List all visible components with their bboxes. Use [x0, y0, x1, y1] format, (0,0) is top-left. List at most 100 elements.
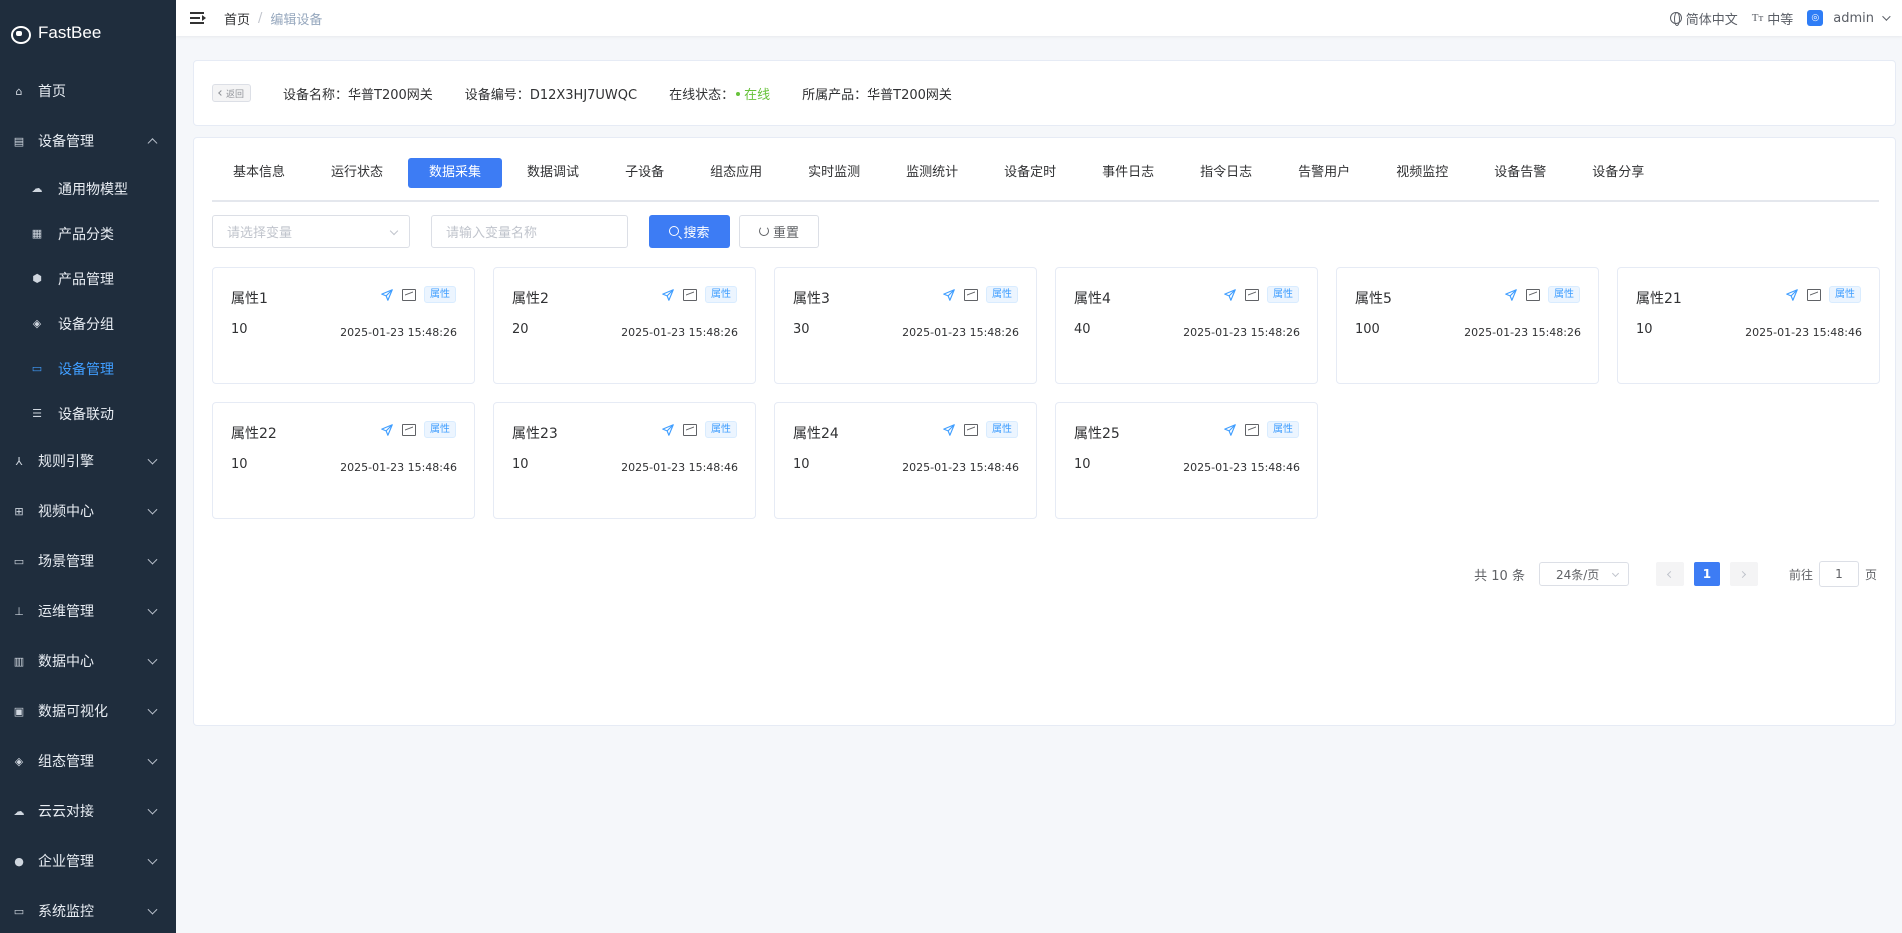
- sidebar-subitem-1-0[interactable]: ☁ 通用物模型: [0, 166, 176, 211]
- sidebar-item-10[interactable]: ● 企业管理: [0, 836, 176, 886]
- app-name: FastBee: [38, 23, 102, 42]
- tab-14[interactable]: 设备分享: [1571, 158, 1665, 188]
- tab-10[interactable]: 指令日志: [1179, 158, 1273, 188]
- sidebar-item-label: 场景管理: [38, 554, 94, 570]
- tab-11[interactable]: 告警用户: [1277, 158, 1371, 188]
- property-tag: 属性: [986, 421, 1018, 438]
- page-number-current[interactable]: 1: [1693, 562, 1720, 586]
- linkage-icon: ☰: [32, 407, 42, 420]
- font-size-label: 中等: [1767, 12, 1794, 28]
- line-chart-icon[interactable]: [1526, 288, 1540, 301]
- property-card: 属性3 属性 30 2025-01-23 15:48:26: [774, 267, 1037, 384]
- sidebar-item-5[interactable]: ⊥ 运维管理: [0, 586, 176, 636]
- sidebar-item-9[interactable]: ☁ 云云对接: [0, 786, 176, 836]
- property-timestamp: 2025-01-23 15:48:46: [902, 461, 1019, 474]
- tab-12[interactable]: 视频监控: [1375, 158, 1469, 188]
- line-chart-icon[interactable]: [402, 288, 416, 301]
- sidebar-subitem-1-2[interactable]: ⬢ 产品管理: [0, 256, 176, 301]
- send-icon[interactable]: [380, 288, 394, 302]
- line-chart-icon[interactable]: [964, 423, 978, 436]
- search-button[interactable]: 搜索: [649, 214, 730, 248]
- send-icon[interactable]: [661, 423, 675, 437]
- send-icon[interactable]: [942, 423, 956, 437]
- tab-7[interactable]: 监测统计: [885, 158, 979, 188]
- tab-1[interactable]: 运行状态: [310, 158, 404, 188]
- sidebar-menu: ⌂ 首页 ▤ 设备管理 ☁ 通用物模型 ▦ 产品分类 ⬢ 产品管理 ◈ 设备分组 ▭ 设备管理 ☰ 设备联动 ⅄…: [0, 66, 176, 933]
- globe-icon: [1669, 12, 1682, 26]
- property-card: 属性2 属性 20 2025-01-23 15:48:26: [493, 267, 756, 384]
- sidebar-item-8[interactable]: ◈ 组态管理: [0, 736, 176, 786]
- line-chart-icon[interactable]: [1807, 288, 1821, 301]
- variable-name-input[interactable]: 请输入变量名称: [431, 214, 628, 248]
- tab-4[interactable]: 子设备: [604, 158, 685, 188]
- device-manage-icon: ▭: [31, 362, 43, 375]
- variable-select[interactable]: 请选择变量: [212, 214, 410, 248]
- tab-5[interactable]: 组态应用: [689, 158, 783, 188]
- sidebar-subitem-1-1[interactable]: ▦ 产品分类: [0, 211, 176, 256]
- next-page-button[interactable]: [1729, 562, 1758, 586]
- send-icon[interactable]: [1223, 423, 1237, 437]
- property-timestamp: 2025-01-23 15:48:26: [1183, 326, 1300, 339]
- fastbee-logo-icon: [10, 24, 31, 44]
- sidebar-subitem-label: 设备联动: [58, 406, 114, 423]
- tab-6[interactable]: 实时监测: [787, 158, 881, 188]
- property-actions: 属性: [1504, 286, 1580, 303]
- tab-2[interactable]: 数据采集: [408, 158, 503, 188]
- send-icon[interactable]: [1223, 288, 1237, 302]
- line-chart-icon[interactable]: [683, 423, 697, 436]
- tab-0[interactable]: 基本信息: [212, 158, 306, 188]
- send-icon[interactable]: [1504, 288, 1518, 302]
- line-chart-icon[interactable]: [1245, 423, 1259, 436]
- page-size-select[interactable]: 24条/页: [1538, 562, 1629, 586]
- line-chart-icon[interactable]: [964, 288, 978, 301]
- filter-bar: 请选择变量 请输入变量名称 搜索 重置: [212, 214, 819, 248]
- reset-button[interactable]: 重置: [739, 214, 819, 248]
- user-menu[interactable]: ◎ admin: [1807, 10, 1891, 26]
- refresh-icon: [758, 226, 769, 236]
- property-actions: 属性: [661, 286, 737, 303]
- sidebar-item-0[interactable]: ⌂ 首页: [0, 66, 176, 116]
- device-product-field: 所属产品：华普T200网关: [802, 84, 952, 103]
- send-icon[interactable]: [942, 288, 956, 302]
- line-chart-icon[interactable]: [402, 423, 416, 436]
- sidebar-item-11[interactable]: ▭ 系统监控: [0, 886, 176, 933]
- line-chart-icon[interactable]: [1245, 288, 1259, 301]
- property-name: 属性22: [231, 426, 277, 442]
- property-card: 属性4 属性 40 2025-01-23 15:48:26: [1055, 267, 1318, 384]
- page-jumper: 前往 1 页: [1789, 561, 1877, 587]
- sidebar-subitem-1-4[interactable]: ▭ 设备管理: [0, 346, 176, 391]
- property-timestamp: 2025-01-23 15:48:46: [1745, 326, 1862, 339]
- sidebar-item-2[interactable]: ⅄ 规则引擎: [0, 436, 176, 486]
- goto-page-input[interactable]: 1: [1818, 561, 1859, 587]
- property-value: 20: [512, 322, 529, 337]
- property-tag: 属性: [1267, 421, 1299, 438]
- pagination-total: 共 10 条: [1474, 568, 1525, 584]
- tab-13[interactable]: 设备告警: [1473, 158, 1567, 188]
- chevron-right-icon: [1739, 570, 1747, 578]
- menu-toggle-icon[interactable]: [190, 12, 206, 24]
- sidebar-item-7[interactable]: ▣ 数据可视化: [0, 686, 176, 736]
- sidebar-subitem-1-3[interactable]: ◈ 设备分组: [0, 301, 176, 346]
- send-icon[interactable]: [661, 288, 675, 302]
- tab-8[interactable]: 设备定时: [983, 158, 1077, 188]
- font-size-switch[interactable]: Tт 中等: [1752, 9, 1794, 28]
- app-logo[interactable]: FastBee: [0, 0, 176, 66]
- sidebar-item-4[interactable]: ▭ 场景管理: [0, 536, 176, 586]
- sidebar-item-1[interactable]: ▤ 设备管理: [0, 116, 176, 166]
- sidebar-subitem-1-5[interactable]: ☰ 设备联动: [0, 391, 176, 436]
- prev-page-button[interactable]: [1655, 562, 1684, 586]
- line-chart-icon[interactable]: [683, 288, 697, 301]
- sidebar-item-3[interactable]: ⊞ 视频中心: [0, 486, 176, 536]
- language-switch[interactable]: 简体中文: [1669, 9, 1738, 28]
- breadcrumb-home[interactable]: 首页: [224, 9, 250, 28]
- send-icon[interactable]: [380, 423, 394, 437]
- send-icon[interactable]: [1785, 288, 1799, 302]
- sidebar-item-label: 系统监控: [38, 904, 94, 920]
- sidebar-item-6[interactable]: ▥ 数据中心: [0, 636, 176, 686]
- chevron-down-icon: [147, 904, 158, 915]
- tab-9[interactable]: 事件日志: [1081, 158, 1175, 188]
- tab-3[interactable]: 数据调试: [506, 158, 600, 188]
- back-button[interactable]: 返回: [212, 84, 252, 102]
- property-actions: 属性: [661, 421, 737, 438]
- ops-icon: ⊥: [14, 604, 24, 618]
